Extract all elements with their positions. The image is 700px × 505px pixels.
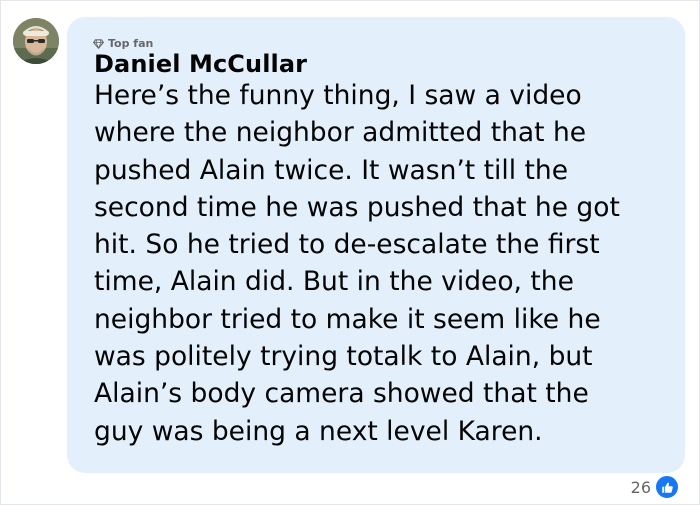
comment-bubble: Top fan Daniel McCullar Here’s the funny… — [67, 17, 685, 473]
author-name[interactable]: Daniel McCullar — [94, 50, 307, 78]
reaction-summary[interactable]: 26 — [631, 475, 679, 499]
avatar[interactable] — [13, 18, 59, 64]
comment-text: Here’s the funny thing, I saw a video wh… — [94, 80, 620, 447]
diamond-icon — [93, 38, 104, 49]
like-icon — [655, 475, 679, 499]
top-fan-badge[interactable]: Top fan — [93, 37, 153, 50]
thumbs-up-glyph — [661, 482, 673, 493]
comment-card: Top fan Daniel McCullar Here’s the funny… — [0, 0, 700, 505]
avatar-image — [13, 18, 59, 64]
reaction-count: 26 — [630, 477, 651, 497]
top-fan-label: Top fan — [108, 37, 154, 50]
